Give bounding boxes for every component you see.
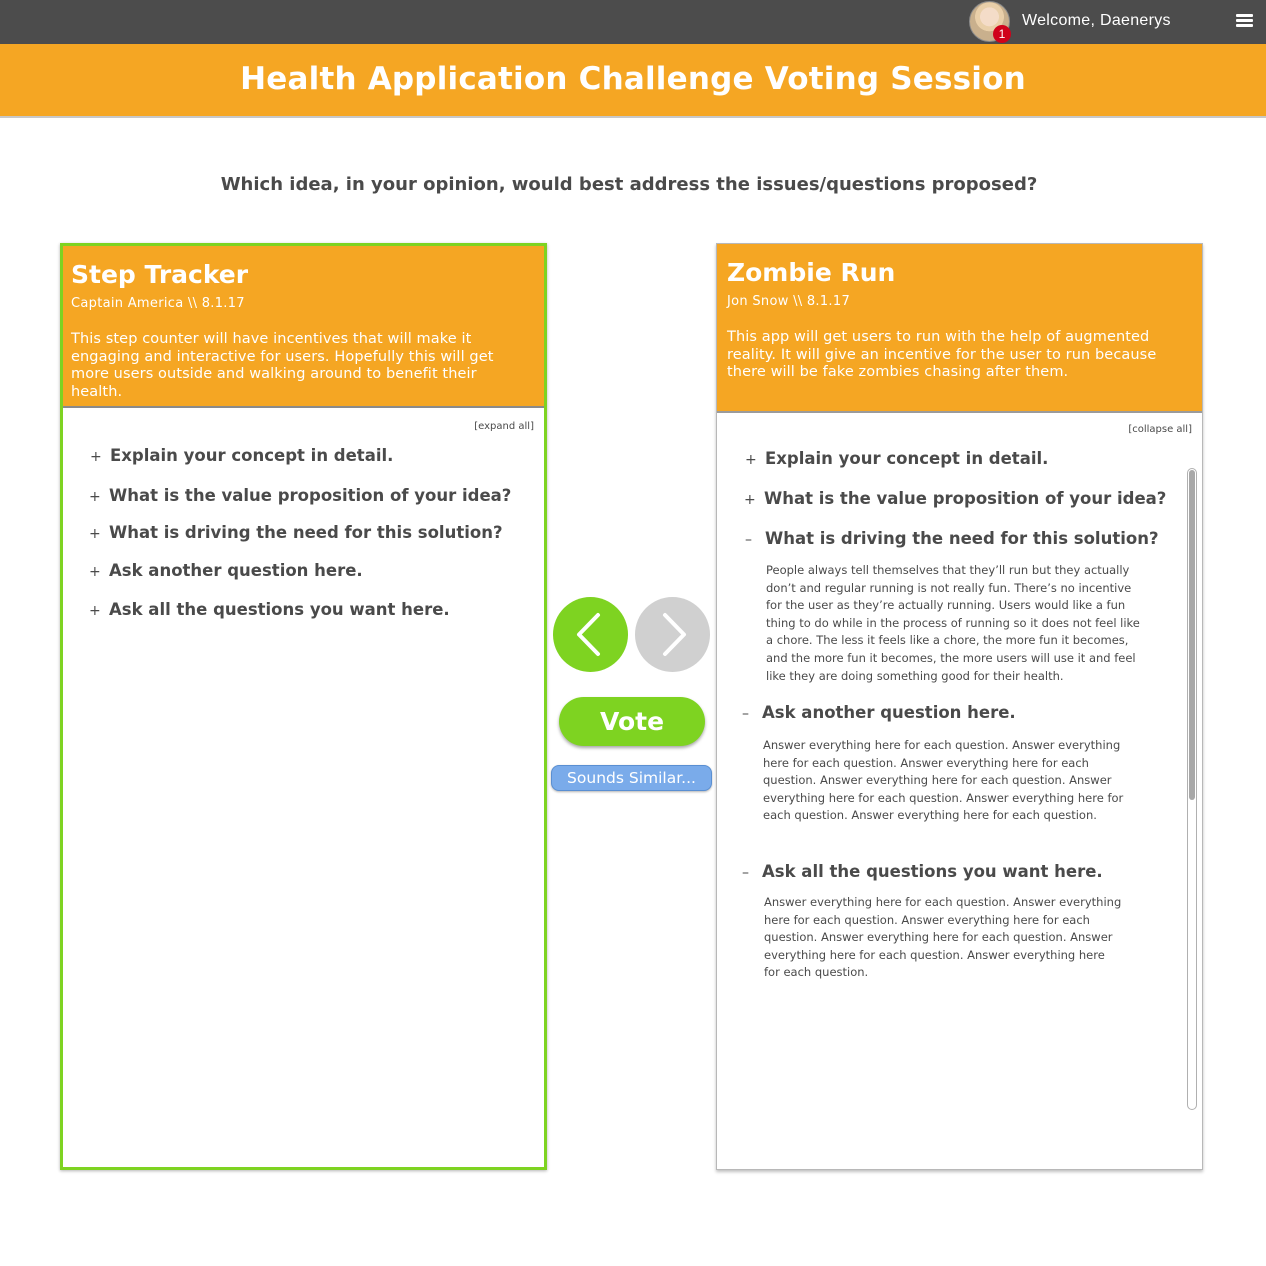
question-label: What is the value proposition of your id…: [764, 489, 1167, 508]
idea-card-header: Step Tracker Captain America \\ 8.1.17 T…: [63, 246, 544, 408]
question-label: What is driving the need for this soluti…: [765, 529, 1159, 548]
idea-title: Step Tracker: [71, 260, 249, 289]
idea-author-date: Captain America \\ 8.1.17: [71, 296, 245, 311]
question-label: Ask another question here.: [762, 703, 1016, 722]
question-toggle[interactable]: + What is the value proposition of your i…: [744, 489, 1166, 508]
question-toggle[interactable]: + What is driving the need for this solut…: [89, 523, 503, 542]
hamburger-menu-icon[interactable]: [1236, 14, 1253, 28]
answer-text: People always tell themselves that they’…: [766, 563, 1140, 683]
title-banner: Health Application Challenge Voting Sess…: [0, 44, 1266, 118]
expand-icon: +: [89, 603, 101, 619]
collapse-all-link[interactable]: [collapse all]: [1128, 424, 1192, 435]
answer-text: Answer everything here for each question…: [764, 895, 1122, 980]
next-button[interactable]: [635, 597, 710, 672]
chevron-right-icon: [663, 613, 686, 656]
question-label: Explain your concept in detail.: [765, 449, 1049, 468]
idea-card-left[interactable]: Step Tracker Captain America \\ 8.1.17 T…: [60, 243, 547, 1170]
question-toggle[interactable]: + Ask another question here.: [89, 561, 363, 580]
expand-icon: +: [89, 564, 101, 580]
collapse-icon: –: [745, 532, 752, 548]
expand-icon: +: [744, 492, 756, 508]
chevron-left-icon: [577, 613, 600, 656]
top-bar: 1 Welcome, Daenerys: [0, 0, 1266, 44]
vote-button[interactable]: Vote: [559, 697, 705, 746]
idea-author-date: Jon Snow \\ 8.1.17: [727, 294, 851, 309]
collapse-icon: –: [742, 706, 749, 722]
page-title: Health Application Challenge Voting Sess…: [240, 61, 1026, 97]
expand-icon: +: [89, 489, 101, 505]
idea-description: This app will get users to run with the …: [727, 329, 1157, 380]
question-toggle[interactable]: + What is the value proposition of your i…: [89, 486, 511, 505]
question-toggle[interactable]: – Ask another question here.: [742, 703, 1016, 722]
expand-icon: +: [90, 449, 102, 465]
welcome-text: Welcome, Daenerys: [1022, 12, 1171, 29]
question-toggle[interactable]: – What is driving the need for this solut…: [745, 529, 1159, 548]
voting-prompt: Which idea, in your opinion, would best …: [220, 174, 1038, 195]
previous-button[interactable]: [553, 597, 628, 672]
question-toggle[interactable]: + Explain your concept in detail.: [745, 449, 1048, 468]
idea-title: Zombie Run: [727, 258, 896, 287]
scrollbar-thumb[interactable]: [1189, 470, 1195, 800]
idea-description: This step counter will have incentives t…: [71, 331, 494, 400]
question-toggle[interactable]: + Explain your concept in detail.: [90, 446, 393, 465]
question-label: What is driving the need for this soluti…: [109, 523, 503, 542]
question-label: What is the value proposition of your id…: [109, 486, 512, 505]
expand-icon: +: [89, 526, 101, 542]
question-toggle[interactable]: + Ask all the questions you want here.: [89, 600, 450, 619]
notification-badge[interactable]: 1: [993, 25, 1011, 43]
idea-card-right[interactable]: Zombie Run Jon Snow \\ 8.1.17 This app w…: [716, 243, 1203, 1170]
expand-icon: +: [745, 452, 757, 468]
expand-all-link[interactable]: [expand all]: [474, 421, 534, 432]
question-label: Explain your concept in detail.: [110, 446, 394, 465]
question-toggle[interactable]: – Ask all the questions you want here.: [742, 862, 1103, 881]
scrollbar[interactable]: [1187, 468, 1197, 1110]
question-label: Ask another question here.: [109, 561, 363, 580]
question-label: Ask all the questions you want here.: [762, 862, 1103, 881]
question-label: Ask all the questions you want here.: [109, 600, 450, 619]
idea-card-header: Zombie Run Jon Snow \\ 8.1.17 This app w…: [717, 244, 1202, 413]
collapse-icon: –: [742, 865, 749, 881]
answer-text: Answer everything here for each question…: [763, 738, 1124, 823]
sounds-similar-button[interactable]: Sounds Similar...: [551, 765, 712, 791]
